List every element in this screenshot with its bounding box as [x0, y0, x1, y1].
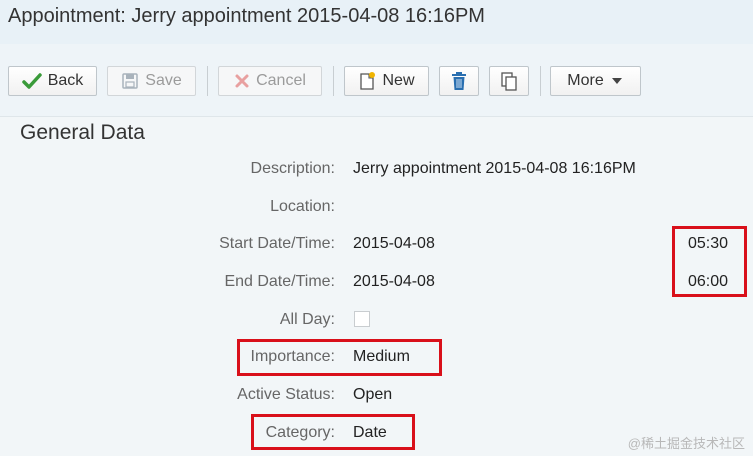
toolbar-separator: [540, 66, 541, 96]
title-bar: Appointment: Jerry appointment 2015-04-0…: [0, 0, 753, 44]
new-document-icon: [358, 71, 376, 91]
dropdown-arrow-icon: [610, 76, 624, 86]
delete-button[interactable]: [439, 66, 479, 96]
checkmark-icon: [21, 72, 42, 90]
more-button[interactable]: More: [550, 66, 641, 96]
floppy-disk-icon: [121, 72, 139, 90]
new-button-label: New: [382, 72, 415, 89]
trash-icon: [450, 71, 468, 91]
cancel-button[interactable]: Cancel: [218, 66, 322, 96]
time-highlight-box: [672, 226, 747, 297]
new-button[interactable]: New: [344, 66, 429, 96]
copy-icon: [500, 71, 518, 91]
copy-button[interactable]: [489, 66, 529, 96]
end-datetime-label: End Date/Time:: [224, 273, 335, 290]
location-label: Location:: [270, 198, 335, 215]
page-title: Appointment: Jerry appointment 2015-04-0…: [8, 5, 485, 27]
description-label: Description:: [250, 160, 335, 177]
toolbar-separator: [333, 66, 334, 96]
start-datetime-label: Start Date/Time:: [219, 235, 335, 252]
watermark: @稀土掘金技术社区: [627, 436, 745, 451]
save-button-label: Save: [145, 72, 182, 89]
back-button[interactable]: Back: [8, 66, 97, 96]
toolbar: Back Save Cancel New More: [0, 44, 753, 117]
back-button-label: Back: [47, 72, 84, 89]
section-title: General Data: [20, 121, 145, 140]
all-day-checkbox[interactable]: [354, 311, 370, 327]
importance-highlight-box: [237, 339, 442, 376]
more-button-label: More: [567, 72, 604, 89]
category-highlight-box: [251, 414, 415, 450]
cancel-button-label: Cancel: [256, 72, 306, 89]
save-button[interactable]: Save: [107, 66, 196, 96]
start-date-value: 2015-04-08: [353, 235, 435, 252]
end-date-value: 2015-04-08: [353, 273, 435, 290]
active-status-value: Open: [353, 386, 393, 403]
x-icon: [234, 73, 250, 89]
description-value: Jerry appointment 2015-04-08 16:16PM: [353, 160, 636, 177]
all-day-label: All Day:: [279, 311, 335, 328]
toolbar-separator: [207, 66, 208, 96]
active-status-label: Active Status:: [237, 386, 335, 403]
